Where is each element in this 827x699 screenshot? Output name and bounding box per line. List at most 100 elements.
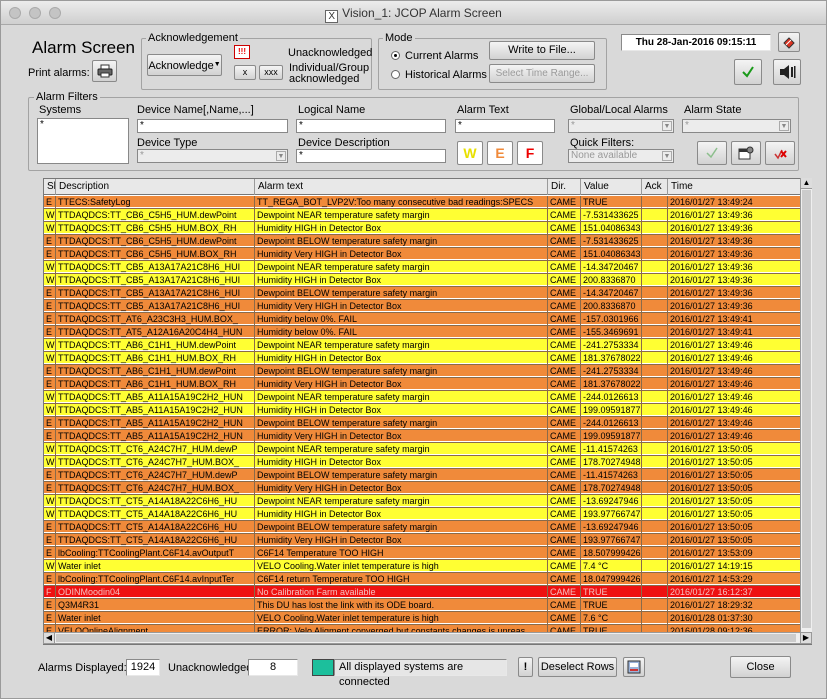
table-row[interactable]: F ODINMoodin04 No Calibration Farm availab…	[44, 585, 811, 599]
eraser-button[interactable]	[778, 32, 800, 52]
current-alarms-radio[interactable]: Current Alarms	[391, 50, 478, 62]
scroll-right-arrow-icon[interactable]: ▶	[800, 633, 811, 643]
cell-text: Humidity HIGH in Detector Box	[255, 455, 548, 469]
table-row[interactable]: E TTDAQDCS:TT_CB5_A13A17A21C8H6_HUI Dewpoi…	[44, 286, 811, 300]
cell-time: 2016/01/27 13:50:05	[668, 469, 811, 482]
cell-desc: Water inlet	[56, 559, 255, 573]
close-button[interactable]: Close	[730, 656, 791, 678]
table-row[interactable]: E TTDAQDCS:TT_AB6_C1H1_HUM.BOX_RH Humidity…	[44, 377, 811, 391]
mute-sound-button[interactable]	[773, 59, 801, 85]
table-row[interactable]: W TTDAQDCS:TT_CB6_C5H5_HUM.BOX_RH Humidity…	[44, 221, 811, 235]
write-to-file-button[interactable]: Write to File...	[489, 41, 595, 60]
column-header-alarmtext[interactable]: Alarm text	[255, 179, 548, 195]
table-row[interactable]: E Water inlet VELO Cooling.Water inlet tem…	[44, 611, 811, 625]
apply-filter-button[interactable]	[697, 141, 727, 165]
table-row[interactable]: W TTDAQDCS:TT_CT5_A14A18A22C6H6_HU Humidit…	[44, 507, 811, 521]
logical-name-input[interactable]: *	[296, 119, 446, 133]
cell-sh: E	[44, 299, 56, 313]
cell-ack	[642, 234, 668, 248]
horizontal-scrollbar[interactable]: ◀ ▶	[43, 632, 812, 644]
table-row[interactable]: E TTDAQDCS:TT_AT6_A23C3H3_HUM.BOX_ Humidit…	[44, 312, 811, 326]
table-row[interactable]: E Q3M4R31 This DU has lost the link with i…	[44, 598, 811, 612]
ack-single-button[interactable]: x	[234, 65, 256, 80]
dropdown-arrow-icon: ▼	[779, 121, 789, 131]
table-row[interactable]: W TTDAQDCS:TT_CT6_A24C7H7_HUM.BOX_ Humidit…	[44, 455, 811, 469]
scroll-up-arrow-icon[interactable]: ▲	[801, 178, 812, 189]
column-header-dir[interactable]: Dir.	[548, 179, 581, 195]
device-name-input[interactable]: *	[137, 119, 288, 133]
print-button[interactable]	[92, 60, 117, 82]
cell-dir: CAME	[548, 260, 581, 274]
cell-ack	[642, 429, 668, 443]
filter-settings-button[interactable]	[731, 141, 761, 165]
severity-fatal-toggle[interactable]: F	[517, 141, 543, 165]
table-row[interactable]: W TTDAQDCS:TT_CT5_A14A18A22C6H6_HU Dewpoin…	[44, 494, 811, 508]
cell-ack	[642, 299, 668, 313]
table-row[interactable]: E TTECS:SafetyLog TT_REGA_BOT_LVP2V:Too ma…	[44, 196, 811, 209]
table-row[interactable]: E TTDAQDCS:TT_CT5_A14A18A22C6H6_HU Dewpoin…	[44, 520, 811, 534]
column-header-ack[interactable]: Ack	[642, 179, 668, 195]
table-row[interactable]: ElbCooling:TTCoolingPlant.C6F14.avOutput…	[44, 546, 811, 560]
table-row[interactable]: E TTDAQDCS:TT_CB6_C5H5_HUM.BOX_RH Humidity…	[44, 247, 811, 261]
vertical-scroll-thumb[interactable]	[802, 190, 811, 628]
cell-text: Humidity HIGH in Detector Box	[255, 273, 548, 287]
cell-text: Humidity below 0%. FAIL	[255, 312, 548, 326]
print-table-button[interactable]	[623, 657, 645, 677]
table-row[interactable]: W TTDAQDCS:TT_AB6_C1H1_HUM.BOX_RH Humidity…	[44, 351, 811, 365]
alarm-state-select[interactable]: * ▼	[682, 119, 791, 133]
connection-status-text: All displayed systems are connected	[334, 659, 507, 688]
table-row[interactable]: E TTDAQDCS:TT_CB5_A13A17A21C8H6_HUI Humidi…	[44, 299, 811, 313]
quick-filters-select[interactable]: None available ▼	[568, 149, 674, 163]
cell-value: -14.34720467	[581, 260, 642, 274]
cell-time: 2016/01/27 13:49:36	[668, 287, 811, 300]
alarm-text-input[interactable]: *	[455, 119, 555, 133]
device-description-input[interactable]: *	[296, 149, 446, 163]
cell-sh: E	[44, 234, 56, 248]
cell-dir: CAME	[548, 611, 581, 625]
deselect-rows-button[interactable]: Deselect Rows	[538, 657, 617, 677]
table-row[interactable]: W TTDAQDCS:TT_AB6_C1H1_HUM.dewPoint Dewpoi…	[44, 338, 811, 352]
acknowledge-dropdown-button[interactable]: Acknowledge▼	[147, 54, 222, 76]
cell-text: Dewpoint BELOW temperature safety margin	[255, 468, 548, 482]
cell-sh: E	[44, 481, 56, 495]
table-row[interactable]: W TTDAQDCS:TT_CB5_A13A17A21C8H6_HUI Humidi…	[44, 273, 811, 287]
status-details-button[interactable]: !	[518, 657, 533, 677]
ack-group-button[interactable]: xxx	[259, 65, 283, 80]
severity-error-toggle[interactable]: E	[487, 141, 513, 165]
historical-alarms-radio[interactable]: Historical Alarms	[391, 69, 487, 81]
select-time-range-button[interactable]: Select Time Range...	[489, 64, 595, 83]
table-row[interactable]: E TTDAQDCS:TT_CT5_A14A18A22C6H6_HU Humidit…	[44, 533, 811, 547]
column-header-sh[interactable]: Sh	[44, 179, 56, 195]
device-type-select[interactable]: * ▼	[137, 149, 288, 163]
acknowledge-all-button[interactable]	[734, 59, 762, 85]
table-row[interactable]: E TTDAQDCS:TT_AB5_A11A15A19C2H2_HUN Dewpoi…	[44, 416, 811, 430]
cell-desc: TTDAQDCS:TT_CB5_A13A17A21C8H6_HUI	[56, 299, 255, 313]
scroll-left-arrow-icon[interactable]: ◀	[44, 633, 55, 643]
systems-list[interactable]: *	[37, 118, 129, 164]
table-row[interactable]: W TTDAQDCS:TT_CB5_A13A17A21C8H6_HUI Dewpoi…	[44, 260, 811, 274]
table-row[interactable]: E TTDAQDCS:TT_AT5_A12A16A20C4H4_HUN Humidi…	[44, 325, 811, 339]
clear-filter-button[interactable]	[765, 141, 795, 165]
table-row[interactable]: W TTDAQDCS:TT_CB6_C5H5_HUM.dewPoint Dewpoi…	[44, 208, 811, 222]
column-header-value[interactable]: Value	[581, 179, 642, 195]
global-local-select[interactable]: * ▼	[568, 119, 674, 133]
table-row[interactable]: W TTDAQDCS:TT_CT6_A24C7H7_HUM.dewP Dewpoin…	[44, 442, 811, 456]
table-row[interactable]: E TTDAQDCS:TT_CT6_A24C7H7_HUM.dewP Dewpoin…	[44, 468, 811, 482]
table-row[interactable]: E TTDAQDCS:TT_CT6_A24C7H7_HUM.BOX_ Humidit…	[44, 481, 811, 495]
table-row[interactable]: W TTDAQDCS:TT_AB5_A11A15A19C2H2_HUN Humidi…	[44, 403, 811, 417]
severity-warning-toggle[interactable]: W	[457, 141, 483, 165]
table-row[interactable]: E TTDAQDCS:TT_AB5_A11A15A19C2H2_HUN Humidi…	[44, 429, 811, 443]
column-header-time[interactable]: Time	[668, 179, 811, 195]
table-row[interactable]: W TTDAQDCS:TT_AB5_A11A15A19C2H2_HUN Dewpoi…	[44, 390, 811, 404]
table-row[interactable]: E TTDAQDCS:TT_CB6_C5H5_HUM.dewPoint Dewpoi…	[44, 234, 811, 248]
cell-ack	[642, 196, 668, 209]
cell-desc: TTDAQDCS:TT_AB5_A11A15A19C2H2_HUN	[56, 429, 255, 443]
vertical-scrollbar[interactable]: ▲	[800, 178, 812, 632]
table-row[interactable]: E TTDAQDCS:TT_AB6_C1H1_HUM.dewPoint Dewpoi…	[44, 364, 811, 378]
column-header-description[interactable]: Description	[56, 179, 255, 195]
alarms-displayed-label: Alarms Displayed:	[38, 662, 127, 674]
table-row[interactable]: ElbCooling:TTCoolingPlant.C6F14.avInputT…	[44, 572, 811, 586]
horizontal-scroll-thumb[interactable]	[56, 634, 796, 642]
alarm-table[interactable]: ShDescriptionAlarm textDir.ValueAckTime C…	[43, 178, 812, 645]
table-row[interactable]: W Water inlet VELO Cooling.Water inlet tem…	[44, 559, 811, 573]
